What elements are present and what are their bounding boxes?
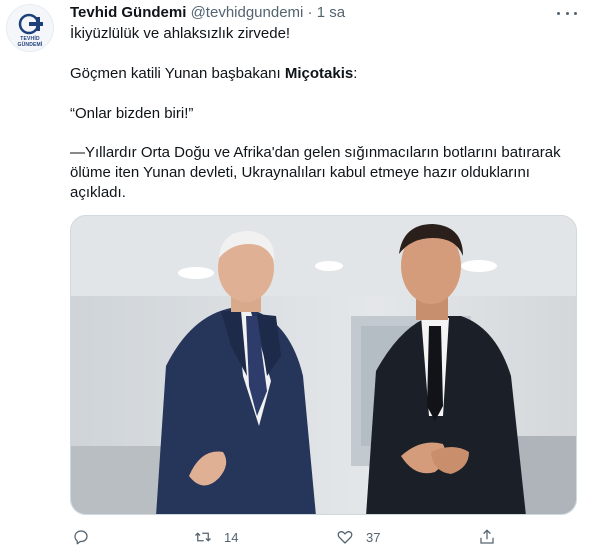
heart-icon <box>337 531 353 544</box>
share-button[interactable] <box>478 527 496 547</box>
tweet-header: Tevhid Gündemi @tevhidgundemi · 1 sa <box>70 3 549 23</box>
photo-illustration <box>71 216 576 514</box>
tweet-paragraph: —Yıllardır Orta Doğu ve Afrika'dan gelen… <box>70 144 561 201</box>
tweet-photo[interactable] <box>70 215 577 515</box>
avatar-logo-text: TEVHİD GÜNDEMİ <box>17 36 43 48</box>
like-button[interactable]: 37 <box>336 527 380 547</box>
retweet-icon <box>195 532 211 542</box>
tweet-line-2: Göçmen katili Yunan başbakanı Miçotakis: <box>70 64 357 84</box>
reply-icon <box>74 530 88 545</box>
tweet-quote: “Onlar bizden biri!” <box>70 105 194 122</box>
tweet-line-1: İkiyüzlülük ve ahlaksızlık zirvede! <box>70 25 291 42</box>
retweet-button[interactable]: 14 <box>194 527 238 547</box>
avatar[interactable]: TEVHİD GÜNDEMİ <box>6 4 54 52</box>
tweet-actions: 14 37 <box>70 527 540 547</box>
line2-prefix: Göçmen katili Yunan başbakanı <box>70 65 285 82</box>
separator-dot: · <box>307 4 313 21</box>
like-count: 37 <box>366 529 381 545</box>
reply-button[interactable] <box>72 527 90 547</box>
tweet-time[interactable]: 1 sa <box>317 4 345 21</box>
line2-suffix: : <box>353 65 358 82</box>
line2-bold-name: Miçotakis <box>284 65 354 82</box>
share-icon <box>480 529 494 544</box>
tevhid-logo-icon <box>18 13 43 35</box>
author-handle[interactable]: @tevhidgundemi <box>191 4 304 21</box>
more-options-icon[interactable] <box>557 6 577 20</box>
retweet-count: 14 <box>224 529 239 545</box>
author-name[interactable]: Tevhid Gündemi <box>70 4 186 21</box>
